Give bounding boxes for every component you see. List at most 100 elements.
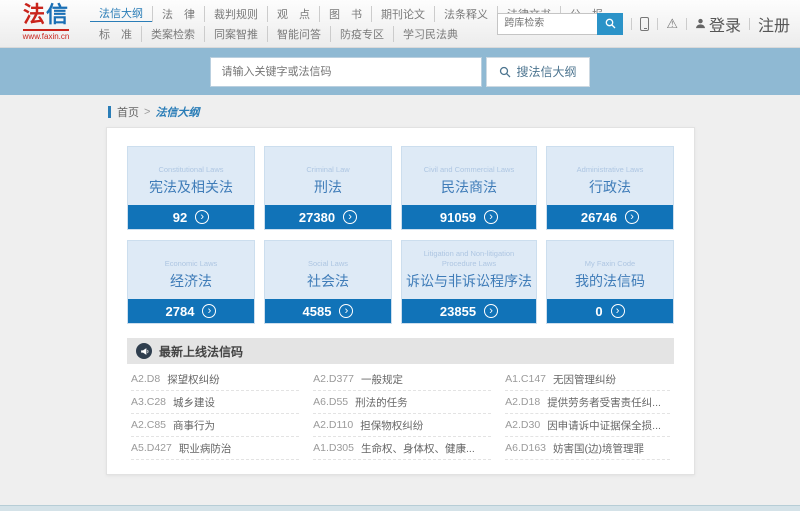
list-item[interactable]: A2.D110 担保物权纠纷 (313, 414, 492, 437)
list-item[interactable]: A6.D55 刑法的任务 (313, 391, 492, 414)
card-social-laws[interactable]: Social Laws 社会法 4585 › (264, 240, 392, 324)
nav-row-2: 标 准 类案检索 同案智推 智能问答 防疫专区 学习民法典 (90, 26, 497, 42)
category-english-label: Economic Laws (164, 258, 218, 268)
category-count-bar[interactable]: 26746 › (547, 205, 673, 229)
category-title: 经济法 (170, 273, 212, 289)
law-title: 一般规定 (361, 373, 403, 386)
list-item[interactable]: A1.D305 生命权、身体权、健康... (313, 437, 492, 460)
card-constitutional-laws[interactable]: Constitutional Laws 宪法及相关法 92 › (127, 146, 255, 230)
category-count-bar[interactable]: 0 › (547, 299, 673, 323)
arrow-circle-icon: › (195, 210, 210, 224)
category-count-bar[interactable]: 91059 › (402, 205, 536, 229)
arrow-circle-icon: › (484, 210, 499, 224)
nav-item-similar-case-push[interactable]: 同案智推 (204, 26, 267, 42)
header-right: ⚠ 登录 注册 (497, 12, 790, 36)
divider (748, 17, 750, 30)
logo-text: 法信 (10, 3, 82, 26)
law-code: A2.D30 (505, 419, 541, 431)
law-title: 生命权、身体权、健康... (361, 442, 475, 455)
arrow-circle-icon: › (339, 304, 354, 318)
category-count-bar[interactable]: 4585 › (265, 299, 391, 323)
outline-search-button[interactable]: 搜法信大纲 (486, 56, 590, 87)
card-civil-commercial-laws[interactable]: Civil and Commercial Laws 民法商法 91059 › (401, 146, 537, 230)
card-top: Litigation and Non-litigation Procedure … (402, 241, 536, 299)
law-code: A2.D18 (505, 396, 541, 408)
category-count: 26746 (580, 209, 618, 225)
nav-row-1: 法信大纲 法 律 裁判规则 观 点 图 书 期刊论文 法条释义 法律文书 公 报 (90, 5, 603, 22)
main-panel: Constitutional Laws 宪法及相关法 92 › Criminal… (106, 127, 695, 475)
card-top: Administrative Laws 行政法 (547, 147, 673, 205)
list-item[interactable]: A1.C147 无因管理纠纷 (505, 368, 670, 391)
category-cards-grid: Constitutional Laws 宪法及相关法 92 › Criminal… (127, 146, 674, 324)
notice-icon[interactable]: ⚠ (666, 17, 678, 30)
breadcrumb-current: 法信大纲 (155, 107, 200, 119)
outline-search-input[interactable] (210, 56, 483, 87)
register-button[interactable]: 注册 (758, 12, 790, 36)
category-title: 行政法 (589, 179, 631, 195)
law-code: A5.D427 (131, 442, 172, 454)
category-count-bar[interactable]: 23855 › (402, 299, 536, 323)
category-count-bar[interactable]: 27380 › (265, 205, 391, 229)
law-code: A3.C28 (131, 396, 167, 408)
category-count: 27380 (298, 209, 336, 225)
nav-item-books[interactable]: 图 书 (319, 5, 371, 22)
nav-item-article-interpretation[interactable]: 法条释义 (434, 5, 497, 22)
arrow-circle-icon: › (484, 304, 499, 318)
law-code: A6.D163 (505, 442, 547, 454)
list-item[interactable]: A2.D377 一般规定 (313, 368, 492, 391)
nav-item-similar-case-search[interactable]: 类案检索 (141, 26, 204, 42)
nav-item-civil-code-study[interactable]: 学习民法典 (393, 26, 467, 42)
cross-db-search (497, 12, 624, 35)
card-top: Economic Laws 经济法 (128, 241, 254, 299)
nav-item-faxin-outline[interactable]: 法信大纲 (90, 5, 152, 22)
category-title: 宪法及相关法 (149, 179, 233, 195)
category-count-bar[interactable]: 92 › (128, 205, 254, 229)
category-english-label: Litigation and Non-litigation Procedure … (423, 249, 515, 268)
law-title: 商事行为 (173, 419, 216, 432)
mobile-app-icon[interactable] (640, 16, 650, 31)
law-title: 担保物权纠纷 (360, 419, 424, 432)
law-title: 探望权纠纷 (167, 373, 220, 386)
search-icon (500, 66, 511, 77)
nav-item-standards[interactable]: 标 准 (90, 26, 141, 42)
list-item[interactable]: A2.D8 探望权纠纷 (131, 368, 300, 391)
category-title: 我的法信码 (575, 273, 645, 289)
nav-item-judgment-rules[interactable]: 裁判规则 (204, 5, 267, 22)
login-button[interactable]: 登录 (695, 12, 741, 36)
law-title: 职业病防治 (178, 442, 232, 455)
list-item[interactable]: A2.D18 提供劳务者受害责任纠... (505, 391, 670, 414)
cross-db-search-button[interactable] (597, 12, 624, 35)
latest-codes-list: A2.D8 探望权纠纷 A2.D377 一般规定 A1.C147 无因管理纠纷 … (127, 368, 674, 460)
site-logo[interactable]: 法信 www.faxin.cn (10, 3, 82, 44)
card-economic-laws[interactable]: Economic Laws 经济法 2784 › (127, 240, 255, 324)
category-count-bar[interactable]: 2784 › (128, 299, 254, 323)
card-top: Constitutional Laws 宪法及相关法 (128, 147, 254, 205)
list-item[interactable]: A2.D30 因申请诉中证据保全损... (505, 414, 670, 437)
card-litigation-procedure-laws[interactable]: Litigation and Non-litigation Procedure … (401, 240, 537, 324)
divider (657, 17, 659, 30)
nav-item-epidemic-zone[interactable]: 防疫专区 (330, 26, 393, 42)
arrow-circle-icon: › (202, 304, 217, 318)
nav-item-smart-qa[interactable]: 智能问答 (267, 26, 330, 42)
card-criminal-law[interactable]: Criminal Law 刑法 27380 › (264, 146, 392, 230)
list-item[interactable]: A5.D427 职业病防治 (131, 437, 300, 460)
user-icon (695, 18, 706, 29)
card-administrative-laws[interactable]: Administrative Laws 行政法 26746 › (546, 146, 674, 230)
nav-item-law[interactable]: 法 律 (152, 5, 204, 22)
list-item[interactable]: A2.C85 商事行为 (131, 414, 300, 437)
card-my-faxin-code[interactable]: My Faxin Code 我的法信码 0 › (546, 240, 674, 324)
list-item[interactable]: A3.C28 城乡建设 (131, 391, 300, 414)
main-nav: 法信大纲 法 律 裁判规则 观 点 图 书 期刊论文 法条释义 法律文书 公 报… (90, 5, 603, 42)
law-code: A1.C147 (505, 373, 547, 385)
law-title: 妨害国(边)境管理罪 (553, 442, 645, 455)
category-english-label: Constitutional Laws (158, 164, 224, 174)
law-code: A2.C85 (131, 419, 167, 431)
cross-db-search-input[interactable] (497, 12, 598, 35)
category-count: 4585 (302, 303, 332, 319)
category-title: 民法商法 (441, 179, 497, 195)
nav-item-journals[interactable]: 期刊论文 (371, 5, 434, 22)
breadcrumb-home[interactable]: 首页 (117, 104, 139, 120)
list-item[interactable]: A6.D163 妨害国(边)境管理罪 (505, 437, 670, 460)
nav-item-viewpoints[interactable]: 观 点 (267, 5, 319, 22)
breadcrumb-accent-bar (108, 106, 111, 118)
